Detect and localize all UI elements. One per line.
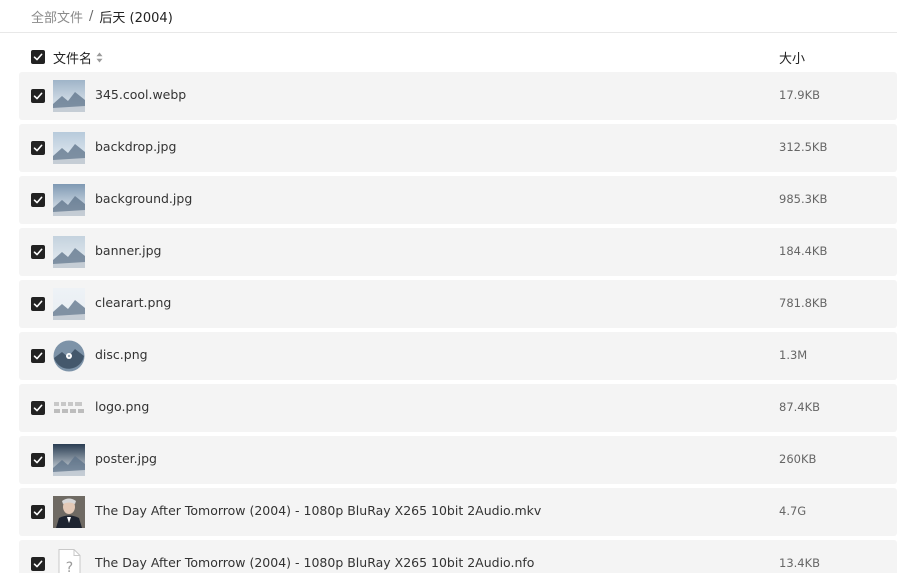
name-column-header[interactable]: 文件名 xyxy=(53,48,103,67)
table-row[interactable]: ? The Day After Tomorrow (2004) - 1080p B… xyxy=(19,540,897,573)
row-checkbox[interactable] xyxy=(31,401,45,415)
check-icon xyxy=(33,300,43,308)
row-checkbox[interactable] xyxy=(31,141,45,155)
file-size: 260KB xyxy=(779,452,817,466)
table-row[interactable]: disc.png 1.3M xyxy=(19,332,897,380)
size-column-header[interactable]: 大小 xyxy=(779,48,805,67)
file-name[interactable]: background.jpg xyxy=(95,191,192,206)
check-icon xyxy=(33,248,43,256)
file-name[interactable]: The Day After Tomorrow (2004) - 1080p Bl… xyxy=(95,555,534,570)
file-name[interactable]: backdrop.jpg xyxy=(95,139,176,154)
image-thumbnail[interactable] xyxy=(53,236,85,268)
table-row[interactable]: The Day After Tomorrow (2004) - 1080p Bl… xyxy=(19,488,897,536)
row-checkbox[interactable] xyxy=(31,193,45,207)
file-size: 13.4KB xyxy=(779,556,821,570)
check-icon xyxy=(33,560,43,568)
table-row[interactable]: poster.jpg 260KB xyxy=(19,436,897,484)
video-thumbnail[interactable] xyxy=(53,496,85,528)
check-icon xyxy=(33,352,43,360)
file-browser: 全部文件 / 后天 (2004) 文件名 大小 345.cool.webp 17.… xyxy=(0,0,897,573)
row-checkbox[interactable] xyxy=(31,505,45,519)
file-name[interactable]: disc.png xyxy=(95,347,148,362)
image-thumbnail[interactable] xyxy=(53,444,85,476)
logo-thumbnail[interactable] xyxy=(53,392,85,424)
row-checkbox[interactable] xyxy=(31,89,45,103)
file-size: 1.3M xyxy=(779,348,808,362)
check-icon xyxy=(33,404,43,412)
name-column-label: 文件名 xyxy=(53,52,93,67)
image-thumbnail[interactable] xyxy=(53,80,85,112)
image-thumbnail[interactable] xyxy=(53,184,85,216)
header-divider xyxy=(0,32,897,33)
breadcrumb-current-folder: 后天 (2004) xyxy=(99,10,173,26)
file-size: 17.9KB xyxy=(779,88,821,102)
check-icon xyxy=(33,92,43,100)
table-row[interactable]: banner.jpg 184.4KB xyxy=(19,228,897,276)
table-row[interactable]: clearart.png 781.8KB xyxy=(19,280,897,328)
file-name[interactable]: The Day After Tomorrow (2004) - 1080p Bl… xyxy=(95,503,541,518)
file-name[interactable]: logo.png xyxy=(95,399,149,414)
row-checkbox[interactable] xyxy=(31,557,45,571)
check-icon xyxy=(33,456,43,464)
image-thumbnail[interactable] xyxy=(53,288,85,320)
table-header: 文件名 大小 xyxy=(19,43,897,69)
file-size: 184.4KB xyxy=(779,244,828,258)
file-name[interactable]: clearart.png xyxy=(95,295,171,310)
disc-thumbnail[interactable] xyxy=(53,340,85,372)
table-row[interactable]: background.jpg 985.3KB xyxy=(19,176,897,224)
row-checkbox[interactable] xyxy=(31,245,45,259)
unknown-file-icon[interactable]: ? xyxy=(53,548,85,573)
row-checkbox[interactable] xyxy=(31,453,45,467)
select-all-checkbox[interactable] xyxy=(31,50,45,64)
table-row[interactable]: logo.png 87.4KB xyxy=(19,384,897,432)
table-row[interactable]: backdrop.jpg 312.5KB xyxy=(19,124,897,172)
table-row[interactable]: 345.cool.webp 17.9KB xyxy=(19,72,897,120)
file-size: 781.8KB xyxy=(779,296,828,310)
check-icon xyxy=(33,508,43,516)
check-icon xyxy=(33,53,43,61)
breadcrumb: 全部文件 / 后天 (2004) xyxy=(31,6,173,26)
file-size: 4.7G xyxy=(779,504,807,518)
image-thumbnail[interactable] xyxy=(53,132,85,164)
sort-icon[interactable] xyxy=(96,52,103,63)
file-name[interactable]: banner.jpg xyxy=(95,243,161,258)
breadcrumb-separator: / xyxy=(89,8,94,24)
file-size: 312.5KB xyxy=(779,140,828,154)
breadcrumb-root-link[interactable]: 全部文件 xyxy=(31,7,83,26)
row-checkbox[interactable] xyxy=(31,297,45,311)
check-icon xyxy=(33,144,43,152)
row-checkbox[interactable] xyxy=(31,349,45,363)
check-icon xyxy=(33,196,43,204)
file-size: 87.4KB xyxy=(779,400,821,414)
file-name[interactable]: 345.cool.webp xyxy=(95,87,186,102)
svg-text:?: ? xyxy=(66,560,73,573)
file-name[interactable]: poster.jpg xyxy=(95,451,157,466)
file-size: 985.3KB xyxy=(779,192,828,206)
